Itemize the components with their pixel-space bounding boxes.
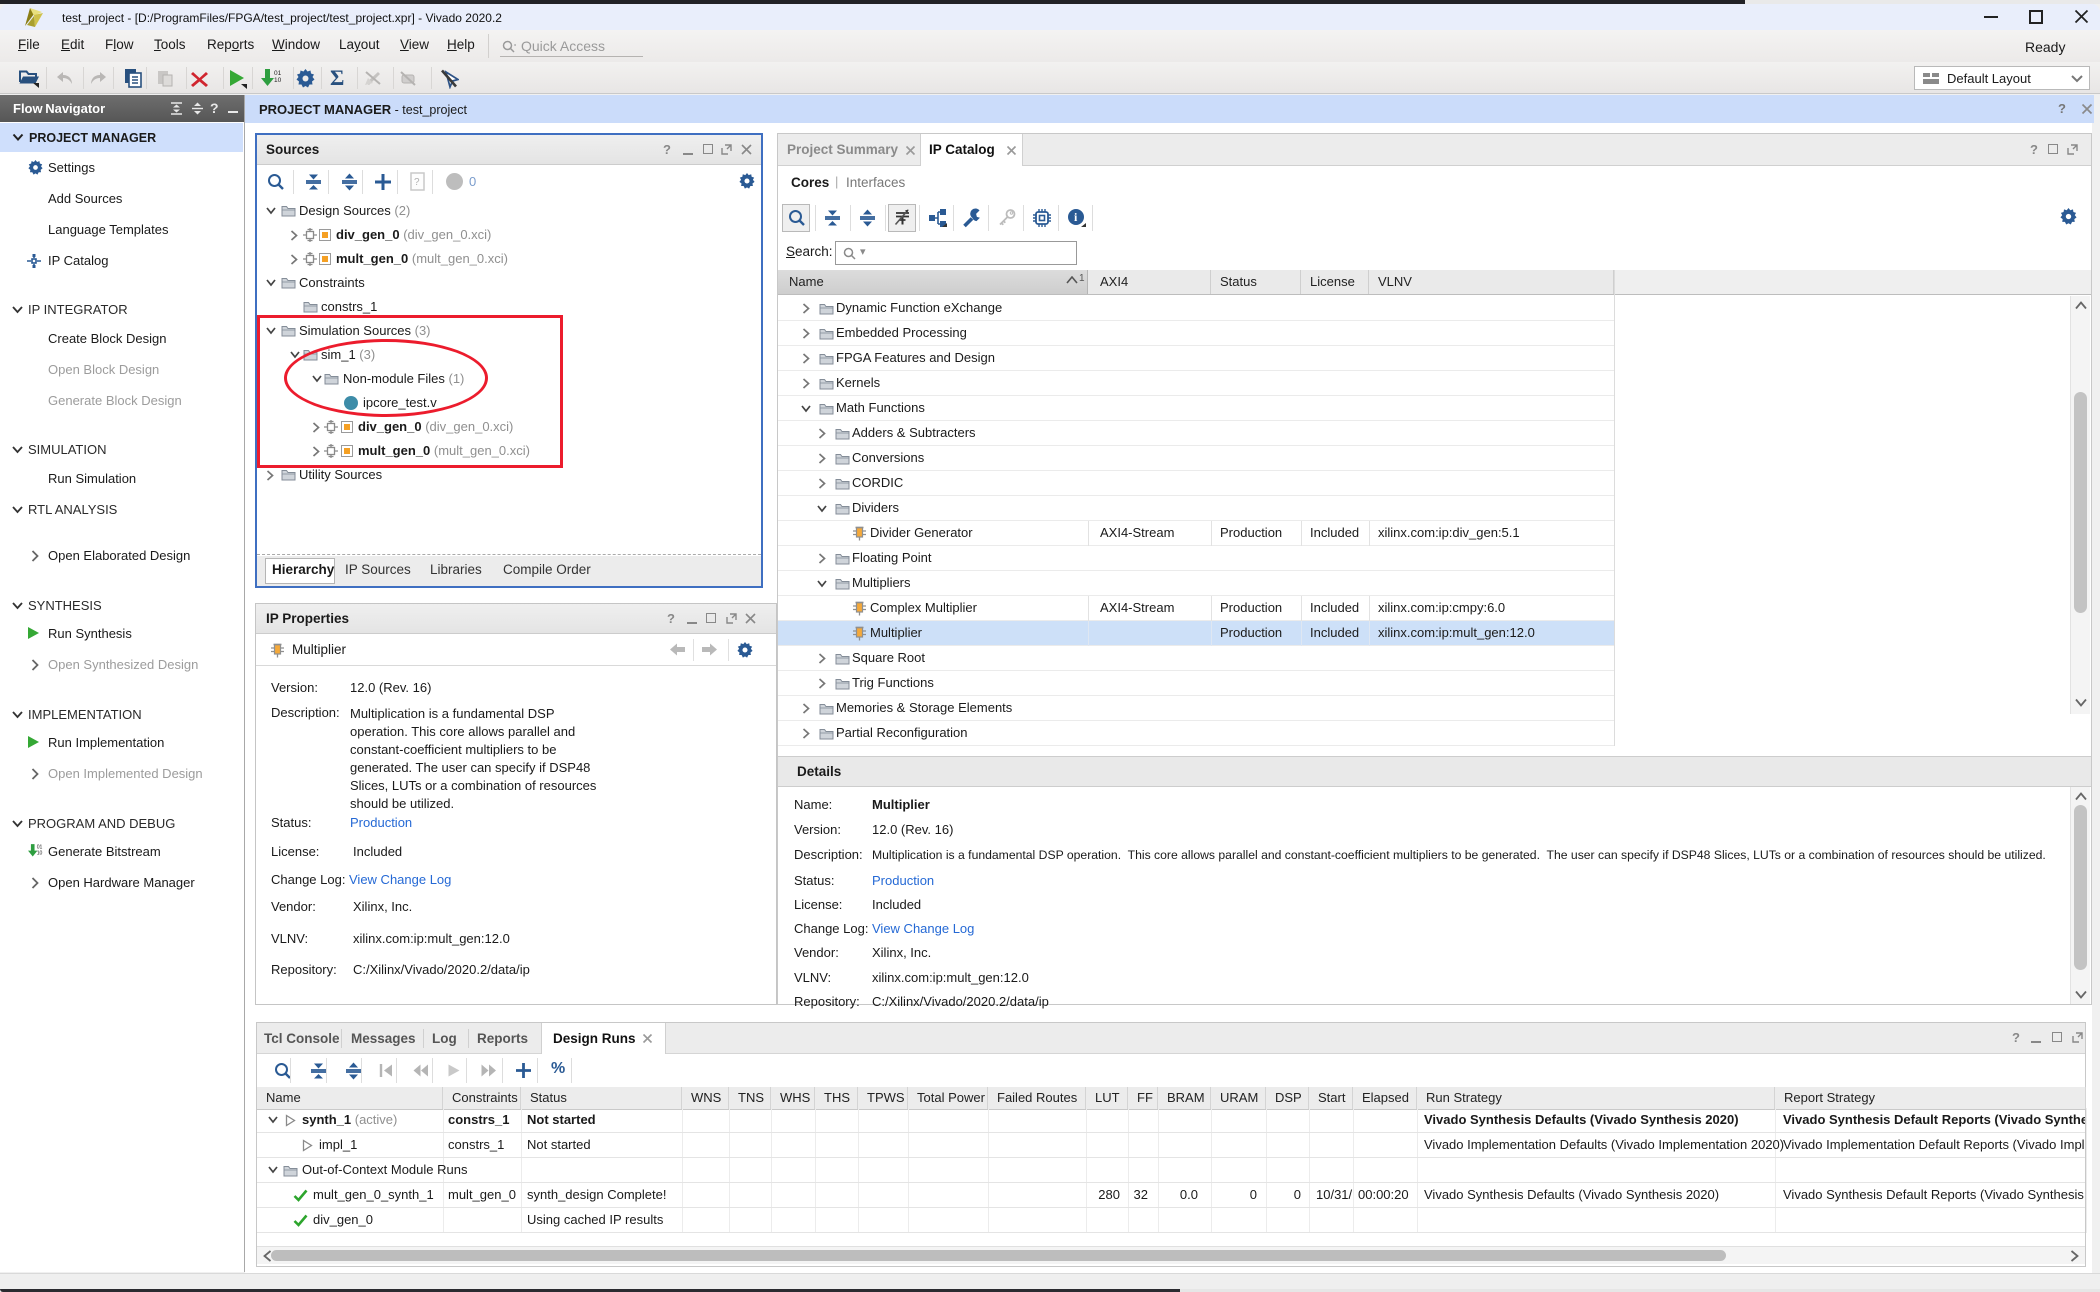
svg-text:01: 01 — [37, 844, 43, 850]
svg-text:?: ? — [414, 177, 420, 188]
svg-text:10: 10 — [37, 850, 43, 856]
svg-text:10: 10 — [274, 77, 282, 84]
svg-text:01: 01 — [274, 70, 282, 77]
